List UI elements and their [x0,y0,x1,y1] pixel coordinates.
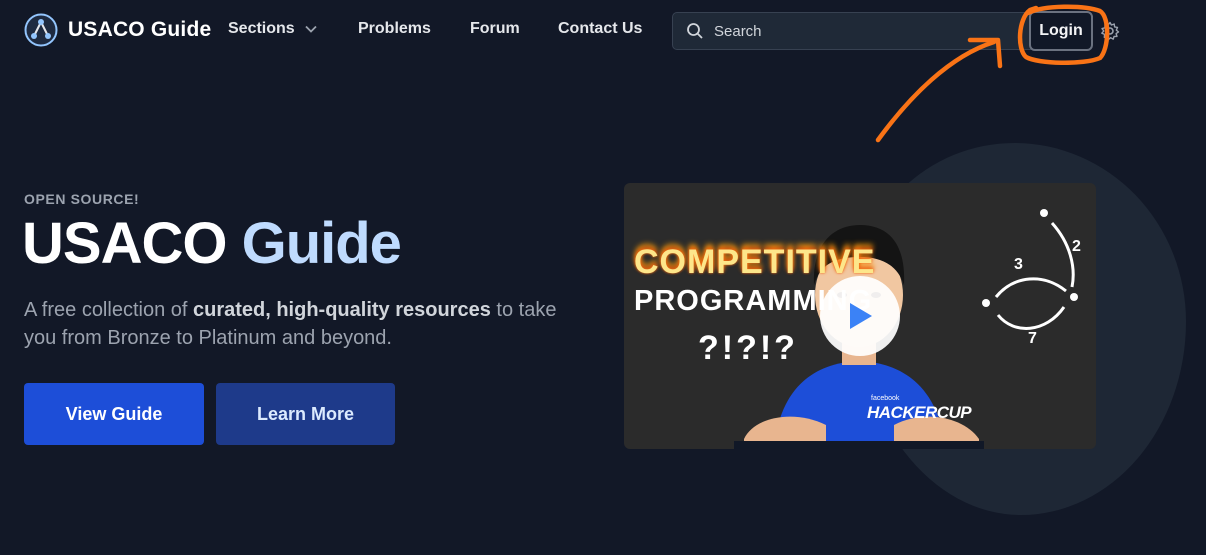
play-button[interactable] [820,276,900,356]
graph-label-7: 7 [1028,330,1037,347]
hero-description: A free collection of curated, high-quali… [24,296,564,352]
nav-contact-link[interactable]: Contact Us [558,20,642,38]
nav-forum-link[interactable]: Forum [470,20,520,38]
learn-more-button[interactable]: Learn More [216,383,395,445]
hero-title-main: USACO [22,211,227,276]
video-title-line3: ?!?!? [698,329,798,367]
hackercup-badge: HACKERCUP [867,403,972,422]
video-title-line1: COMPETITIVE [634,243,876,281]
nav-sections-dropdown[interactable]: Sections [228,20,317,38]
top-navbar: USACO Guide Sections Problems Forum Cont… [0,0,1206,143]
login-button[interactable]: Login [1029,11,1093,51]
gear-icon[interactable] [1100,21,1120,41]
search-box[interactable] [672,12,1048,50]
hero-desc-prefix: A free collection of [24,299,193,321]
annotation-arrow [875,37,1003,143]
nav-problems-link[interactable]: Problems [358,20,431,38]
hero-title-accent: Guide [241,211,402,276]
play-icon [850,303,872,329]
graph-label-2: 2 [1072,238,1081,255]
brand-name: USACO Guide [68,18,212,41]
intro-video-thumbnail[interactable]: COMPETITIVE PROGRAMMING ?!?!? facebook H… [624,183,1096,449]
brand-logo[interactable]: USACO Guide [24,13,211,47]
view-guide-button[interactable]: View Guide [24,383,204,445]
chevron-down-icon [305,25,317,33]
hero-eyebrow: OPEN SOURCE! [24,191,140,207]
hero-desc-bold: curated, high-quality resources [192,299,491,321]
nav-sections-label: Sections [228,20,295,37]
search-icon [687,23,703,39]
search-input[interactable] [714,22,1014,40]
hero-title: USACO Guide [22,211,402,276]
usaco-logo-icon [24,13,58,47]
graph-label-3: 3 [1014,256,1023,273]
hackercup-badge-small: facebook [871,395,900,402]
graph-doodle: 2 3 7 [982,209,1081,347]
